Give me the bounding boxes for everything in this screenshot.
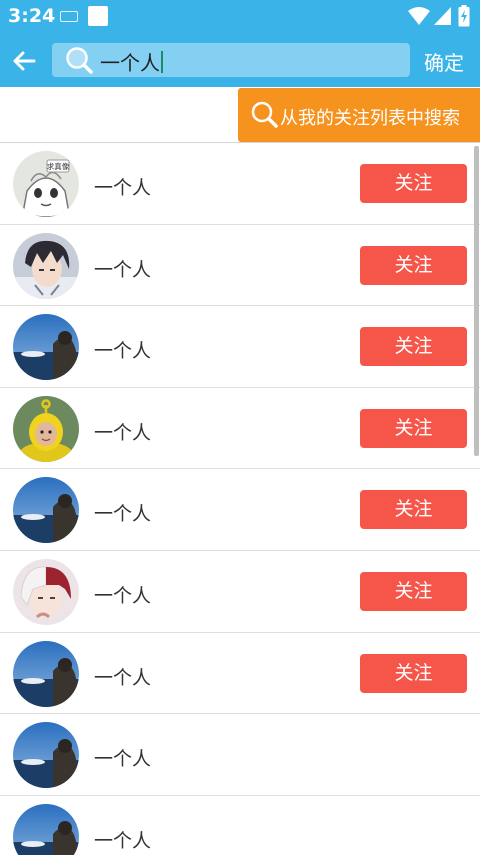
user-row[interactable]: 一个人 关注 — [0, 469, 480, 551]
avatar[interactable] — [13, 803, 79, 855]
follow-button[interactable]: 关注 — [360, 408, 467, 448]
avatar[interactable] — [13, 722, 79, 789]
status-time: 3:24 — [8, 5, 56, 27]
user-name: 一个人 — [94, 503, 152, 526]
search-icon — [66, 47, 93, 74]
user-list: 求真像 一个人 关注 一个人 关注 一个人 关注 一个人 关注 一个人 关注 一… — [0, 143, 480, 855]
user-row[interactable]: 一个人 — [0, 714, 480, 796]
notification-icon — [88, 6, 108, 26]
follow-button[interactable]: 关注 — [360, 653, 467, 693]
status-bar: 3:24 — [0, 0, 480, 34]
back-arrow-icon[interactable] — [8, 45, 40, 77]
follow-button[interactable]: 关注 — [360, 571, 467, 611]
keyboard-icon — [60, 11, 78, 22]
user-row[interactable]: 一个人 关注 — [0, 551, 480, 633]
search-icon — [251, 101, 278, 128]
search-input[interactable]: 一个人 — [52, 43, 410, 77]
scrollbar[interactable] — [474, 146, 479, 456]
search-following-label: 从我的关注列表中搜索 — [280, 108, 460, 129]
follow-button[interactable]: 关注 — [360, 327, 467, 367]
user-row[interactable]: 求真像 一个人 关注 — [0, 143, 480, 225]
search-query-text: 一个人 — [100, 47, 163, 76]
avatar[interactable] — [13, 477, 79, 544]
user-row[interactable]: 一个人 关注 — [0, 306, 480, 388]
confirm-button[interactable]: 确定 — [424, 47, 464, 76]
battery-charging-icon — [458, 5, 470, 27]
avatar[interactable]: 求真像 — [13, 151, 79, 217]
user-name: 一个人 — [94, 421, 152, 444]
avatar[interactable] — [13, 314, 79, 381]
user-row[interactable]: 一个人 关注 — [0, 388, 480, 470]
avatar[interactable] — [13, 640, 79, 707]
user-name: 一个人 — [94, 666, 152, 689]
user-row[interactable]: 一个人 关注 — [0, 633, 480, 715]
user-name: 一个人 — [94, 748, 152, 771]
user-name: 一个人 — [94, 340, 152, 363]
avatar[interactable] — [13, 395, 79, 462]
user-name: 一个人 — [94, 829, 152, 852]
user-row[interactable]: 一个人 — [0, 796, 480, 855]
avatar[interactable] — [13, 232, 79, 299]
search-following-button[interactable]: 从我的关注列表中搜索 — [238, 88, 480, 142]
user-name: 一个人 — [94, 258, 152, 281]
follow-button[interactable]: 关注 — [360, 490, 467, 530]
app-bar: 一个人 确定 — [0, 34, 480, 87]
user-row[interactable]: 一个人 关注 — [0, 225, 480, 307]
wifi-icon — [408, 7, 430, 25]
signal-icon — [434, 7, 451, 25]
follow-button[interactable]: 关注 — [360, 164, 467, 203]
user-name: 一个人 — [94, 177, 152, 199]
text-cursor — [161, 51, 163, 73]
user-name: 一个人 — [94, 584, 152, 607]
follow-button[interactable]: 关注 — [360, 245, 467, 285]
avatar-badge-text: 求真像 — [47, 161, 70, 171]
avatar[interactable] — [13, 558, 79, 625]
